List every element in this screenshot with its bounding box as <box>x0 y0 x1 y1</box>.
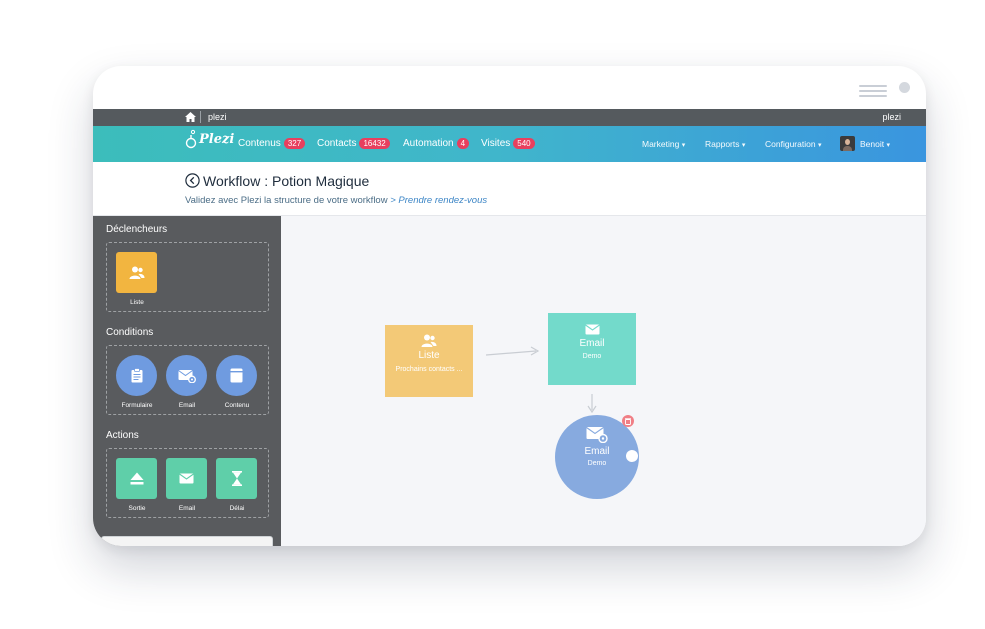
page-title: Workflow : Potion Magique <box>203 173 370 189</box>
condition-contenu-label: Contenu <box>224 402 250 409</box>
nav-visites-label: Visites <box>481 138 511 149</box>
workflow-node-liste[interactable]: Liste Prochains contacts ... <box>385 325 473 397</box>
nav-user-label: Benoit <box>860 139 885 149</box>
node-email-subtitle: Demo <box>582 353 602 360</box>
logo-text: Plezi <box>199 131 235 147</box>
action-email-tile[interactable] <box>166 458 207 499</box>
workflow-canvas[interactable]: Liste Prochains contacts ... Email Demo … <box>281 216 926 546</box>
chevron-down-icon: ▾ <box>817 142 822 149</box>
conditions-panel: Formulaire Email Contenu <box>106 345 269 415</box>
nav-visites-count: 540 <box>513 138 535 149</box>
page-header: Workflow : Potion Magique Validez avec P… <box>93 162 926 216</box>
trash-icon[interactable] <box>622 415 634 427</box>
trigger-liste-tile[interactable] <box>116 252 157 293</box>
conditions-title: Conditions <box>106 327 154 338</box>
back-arrow-icon[interactable] <box>185 173 200 188</box>
action-sortie-tile[interactable] <box>116 458 157 499</box>
main-navbar: Plezi Contenus 327 Contacts 16432 Automa… <box>93 126 926 162</box>
nav-contacts-count: 16432 <box>359 138 390 149</box>
node-email-title: Email <box>579 338 605 349</box>
chevron-down-icon: ▾ <box>681 142 686 149</box>
actions-title: Actions <box>106 430 139 441</box>
nav-contacts-label: Contacts <box>317 138 357 149</box>
potion-icon <box>185 129 197 149</box>
nav-visites[interactable]: Visites 540 <box>481 138 535 149</box>
node-output-handle[interactable] <box>626 450 638 462</box>
users-icon <box>129 266 144 279</box>
envelope-icon <box>179 473 194 484</box>
topbar-user[interactable]: plezi <box>882 112 901 122</box>
page-subtitle: Validez avec Plezi la structure de votre… <box>185 195 487 206</box>
node-liste-title: Liste <box>418 350 440 361</box>
trigger-liste-label: Liste <box>130 299 144 306</box>
envelope-icon <box>584 324 600 335</box>
email-settings-icon <box>177 369 196 383</box>
node-email-condition-subtitle: Demo <box>587 460 607 467</box>
nav-automation[interactable]: Automation 4 <box>403 138 470 149</box>
menu-icon[interactable] <box>859 82 887 100</box>
device-dot-icon <box>899 82 910 93</box>
nav-automation-count: 4 <box>456 138 470 149</box>
triggers-title: Déclencheurs <box>106 224 168 235</box>
action-delai-label: Délai <box>229 505 245 512</box>
subtitle-text: Validez avec Plezi la structure de votre… <box>185 195 388 206</box>
avatar[interactable] <box>840 136 855 151</box>
clipboard-icon <box>131 368 142 383</box>
topbar-divider <box>200 111 201 123</box>
chevron-down-icon: ▾ <box>886 142 890 149</box>
nav-configuration-label: Configuration <box>765 139 816 149</box>
chevron-down-icon: ▾ <box>741 142 746 149</box>
device-frame: plezi plezi Plezi Contenus 327 Contacts … <box>93 66 926 546</box>
plezi-logo[interactable]: Plezi <box>185 129 234 149</box>
appointment-link[interactable]: > Prendre rendez-vous <box>390 195 487 206</box>
action-delai-tile[interactable] <box>216 458 257 499</box>
nav-contacts[interactable]: Contacts 16432 <box>317 138 390 149</box>
nav-contenus-count: 327 <box>283 138 306 149</box>
sidebar-input[interactable] <box>101 536 273 546</box>
actions-panel: Sortie Email Délai <box>106 448 269 518</box>
topbar-brand[interactable]: plezi <box>208 112 227 122</box>
nav-contenus[interactable]: Contenus 327 <box>238 138 306 149</box>
nav-marketing-label: Marketing <box>642 139 680 149</box>
nav-rapports-label: Rapports <box>705 139 740 149</box>
nav-automation-label: Automation <box>403 138 454 149</box>
nav-user-dropdown[interactable]: Benoit ▾ <box>860 139 890 149</box>
home-icon[interactable] <box>185 112 196 122</box>
hourglass-icon <box>231 471 242 486</box>
components-sidebar: Déclencheurs Liste Conditions Formulaire… <box>93 216 281 546</box>
email-settings-icon <box>586 427 608 443</box>
nav-contenus-label: Contenus <box>238 138 281 149</box>
condition-email-tile[interactable] <box>166 355 207 396</box>
eject-icon <box>130 472 143 485</box>
triggers-panel: Liste <box>106 242 269 312</box>
top-bar: plezi plezi <box>93 109 926 126</box>
nav-rapports-dropdown[interactable]: Rapports ▾ <box>705 139 745 149</box>
app-screen: plezi plezi Plezi Contenus 327 Contacts … <box>93 109 926 546</box>
nav-configuration-dropdown[interactable]: Configuration ▾ <box>765 139 821 149</box>
condition-contenu-tile[interactable] <box>216 355 257 396</box>
workflow-node-email[interactable]: Email Demo <box>548 313 636 385</box>
condition-formulaire-tile[interactable] <box>116 355 157 396</box>
nav-marketing-dropdown[interactable]: Marketing ▾ <box>642 139 685 149</box>
node-liste-subtitle: Prochains contacts ... <box>395 366 463 373</box>
users-icon <box>421 334 437 347</box>
book-icon <box>230 368 243 383</box>
